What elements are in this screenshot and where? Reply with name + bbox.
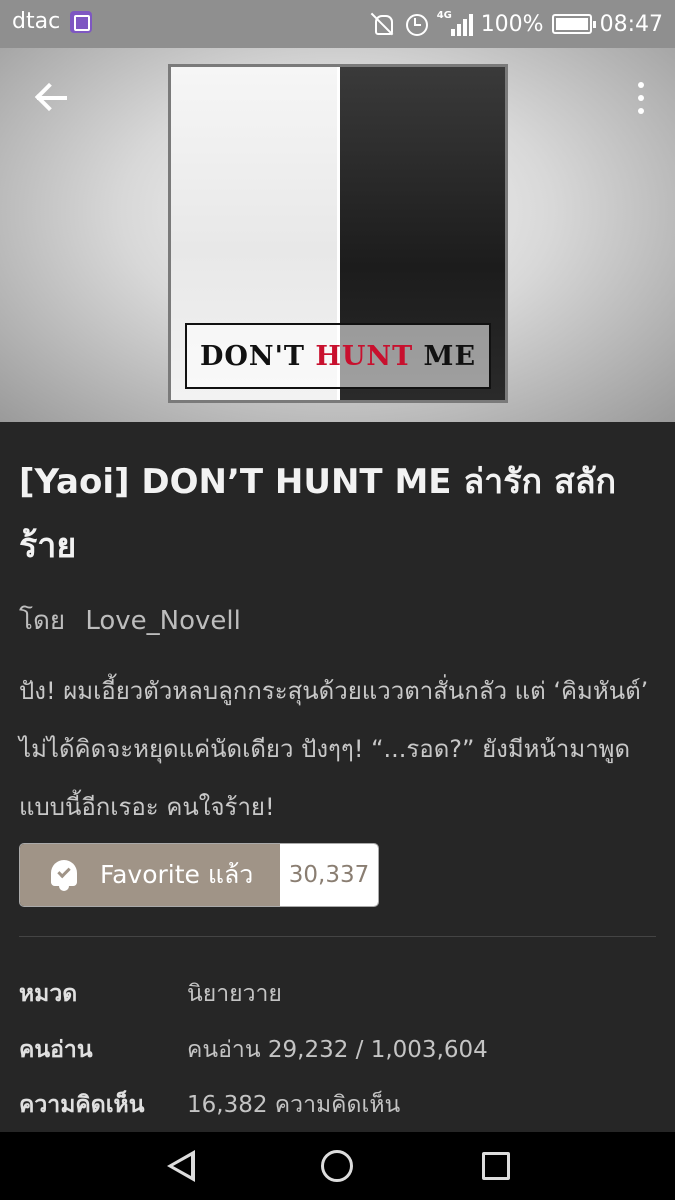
story-header: DON'T HUNT ME xyxy=(0,0,675,422)
system-navigation-bar xyxy=(0,1132,675,1200)
favorite-count: 30,337 xyxy=(280,844,378,906)
info-row-comments: ความคิดเห็น 16,382 ความคิดเห็น xyxy=(19,1085,659,1125)
author-name[interactable]: Love_Novell xyxy=(85,606,241,636)
status-bar: dtac 4G 100% 08:47 xyxy=(0,0,675,48)
nav-recent-icon[interactable] xyxy=(466,1136,526,1196)
more-options-button[interactable] xyxy=(633,76,649,120)
favorite-label: Favorite แล้ว xyxy=(100,860,254,889)
clock: 08:47 xyxy=(599,11,663,37)
story-synopsis: ปัง! ผมเอี้ยวตัวหลบลูกกระสุนด้วยแววตาสั่… xyxy=(19,677,649,821)
bell-check-icon xyxy=(48,858,80,892)
info-value: คนอ่าน 29,232 / 1,003,604 xyxy=(187,1037,488,1063)
nav-back-icon[interactable] xyxy=(149,1136,209,1196)
info-row-category: หมวด นิยายวาย xyxy=(19,974,659,1014)
info-value: นิยายวาย xyxy=(187,981,282,1007)
section-divider xyxy=(19,936,656,937)
info-key: หมวด xyxy=(19,981,78,1007)
mute-icon xyxy=(369,11,395,37)
info-value: 16,382 ความคิดเห็น xyxy=(187,1092,401,1118)
info-key: คนอ่าน xyxy=(19,1037,93,1063)
image-notification-icon xyxy=(70,11,92,33)
alarm-icon xyxy=(403,11,429,37)
story-title: [Yaoi] DON’T HUNT ME ล่ารัก สลักร้าย xyxy=(19,462,617,566)
signal-icon: 4G xyxy=(436,10,473,36)
status-icons: 4G 100% 08:47 xyxy=(369,6,663,42)
network-type: 4G xyxy=(436,10,452,21)
nav-home-icon[interactable] xyxy=(307,1136,367,1196)
favorite-control: Favorite แล้ว 30,337 xyxy=(19,843,379,907)
more-vertical-icon xyxy=(638,82,644,88)
info-key: ความคิดเห็น xyxy=(19,1092,145,1118)
battery-percent: 100% xyxy=(480,11,544,37)
author-line: โดย Love_Novell xyxy=(19,600,241,641)
info-row-readers: คนอ่าน คนอ่าน 29,232 / 1,003,604 xyxy=(19,1030,659,1070)
story-cover-image: DON'T HUNT ME xyxy=(168,64,508,403)
carrier-name: dtac xyxy=(12,9,61,34)
battery-icon xyxy=(551,14,596,34)
favorite-button[interactable]: Favorite แล้ว xyxy=(20,844,280,906)
cover-title: DON'T HUNT ME xyxy=(199,340,477,372)
author-prefix: โดย xyxy=(19,606,66,636)
back-button[interactable] xyxy=(28,74,76,122)
cover-title-box: DON'T HUNT ME xyxy=(185,323,491,389)
